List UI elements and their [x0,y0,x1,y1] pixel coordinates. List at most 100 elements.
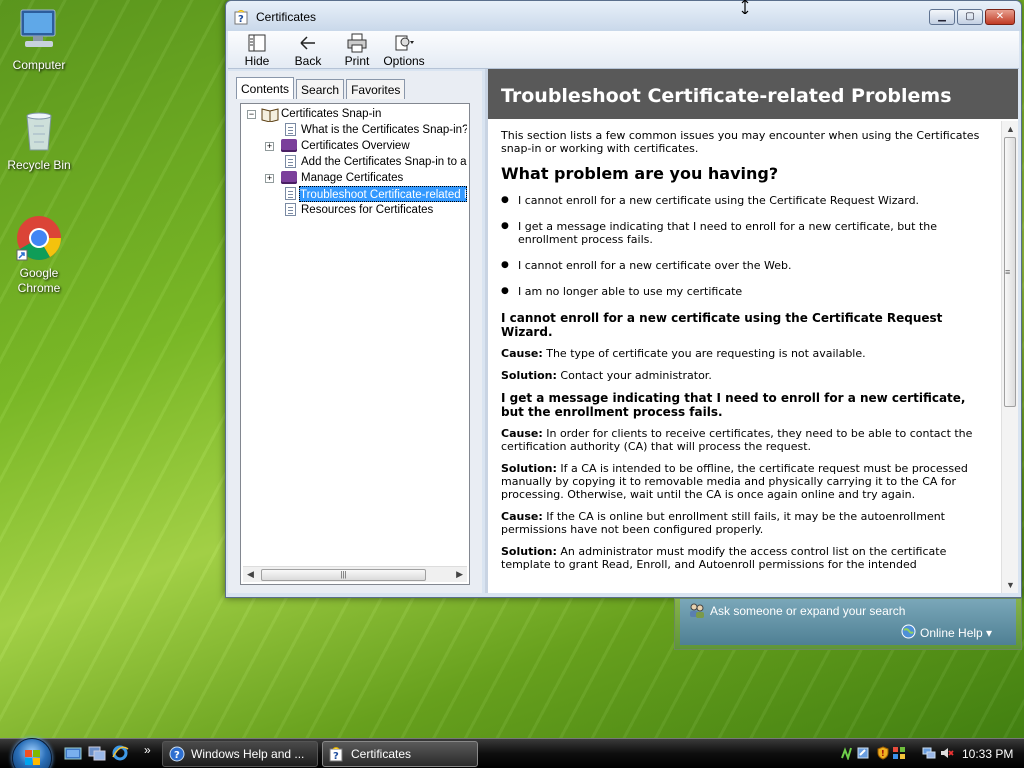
chrome-icon [15,214,63,262]
section1-solution: Solution: Contact your administrator. [501,369,984,382]
recycle-bin-icon [15,106,63,154]
topic-content-pane: Troubleshoot Certificate-related Problem… [485,69,1018,593]
scroll-up-arrow-icon[interactable]: ▲ [1006,124,1015,134]
ask-someone-link[interactable]: Ask someone or expand your search [710,604,905,618]
tree-item-certificates-snap-in[interactable]: Certificates Snap-in [281,106,381,122]
window-titlebar[interactable]: ? Certificates ▁ ▢ ✕ [226,1,1021,31]
tab-search[interactable]: Search [296,79,345,99]
desktop-icon-recycle-bin[interactable]: Recycle Bin [0,106,79,172]
print-label: Print [344,54,370,68]
computer-icon [15,6,63,54]
taskbar-button-windows-help[interactable]: ? Windows Help and ... [162,741,318,767]
network-activity-icon[interactable] [840,746,854,762]
tree-item-add-snap-in[interactable]: Add the Certificates Snap-in to an M [301,154,467,170]
book-icon [281,139,297,152]
page-icon [285,187,296,200]
svg-text:?: ? [174,750,180,761]
printer-icon [346,33,368,53]
show-desktop-icon[interactable] [64,745,82,761]
section2-solution: Solution: If a CA is intended to be offl… [501,462,984,501]
options-icon [393,33,415,53]
book-icon [281,171,297,184]
back-arrow-icon [297,33,319,53]
tools-icon[interactable] [856,746,870,760]
scrollbar-thumb[interactable]: ||| [261,569,426,581]
options-button[interactable]: Options [383,33,425,68]
open-book-icon [261,106,279,123]
ask-bar: Ask someone or expand your search Online… [674,598,1022,650]
taskbar-clock[interactable]: 10:33 PM [962,747,1013,761]
scroll-down-arrow-icon[interactable]: ▼ [1006,580,1015,590]
maximize-button[interactable]: ▢ [957,9,983,25]
contents-tree: − Certificates Snap-in What is the Certi… [240,103,470,585]
cause-text: If the CA is online but enrollment still… [501,510,945,536]
globe-icon [901,624,916,639]
network-icon[interactable] [922,746,936,760]
window-title: Certificates [256,10,317,24]
help-icon: ? [234,9,250,25]
topic-header: Troubleshoot Certificate-related Problem… [488,69,1018,119]
help-circle-icon: ? [169,746,185,762]
tree-item-manage-certificates[interactable]: Manage Certificates [301,170,403,186]
problem-link[interactable]: I cannot enroll for a new certificate us… [501,194,984,207]
collapse-toggle[interactable]: − [247,110,256,119]
problem-link[interactable]: I cannot enroll for a new certificate ov… [501,259,984,272]
system-tray: ! 10:33 PM [836,739,1024,768]
svg-text:!: ! [881,749,885,758]
tree-item-certificates-overview[interactable]: Certificates Overview [301,138,410,154]
desktop-icon-label: Google Chrome [17,266,61,295]
start-button[interactable] [12,738,52,768]
taskbar-button-label: Windows Help and ... [191,747,305,761]
help-icon: ? [329,746,345,762]
certificates-help-window: ? Certificates ▁ ▢ ✕ Hide Back Print Opt… [225,0,1022,598]
online-help-dropdown[interactable]: Online Help ▾ [920,626,992,640]
security-shield-icon[interactable]: ! [876,746,890,760]
hide-button[interactable]: Hide [242,33,272,68]
cause-text: The type of certificate you are requesti… [546,347,866,360]
tab-favorites[interactable]: Favorites [346,79,406,99]
close-button[interactable]: ✕ [985,9,1015,25]
section2-heading: I get a message indicating that I need t… [501,391,966,419]
hide-label: Hide [244,54,270,68]
section2-cause: Cause: In order for clients to receive c… [501,427,984,453]
cause-text: In order for clients to receive certific… [501,427,973,453]
svg-text:?: ? [238,14,244,25]
tree-item-what-is-snap-in[interactable]: What is the Certificates Snap-in? [301,122,467,138]
scroll-right-arrow-icon[interactable]: ▶ [456,569,463,580]
internet-explorer-icon[interactable] [111,745,129,761]
quick-launch-chevron[interactable]: » [144,743,151,757]
problem-link[interactable]: I am no longer able to use my certificat… [501,285,984,298]
people-icon [688,602,706,618]
content-vertical-scrollbar[interactable]: ▲ ≡ ▼ [1001,121,1018,593]
switch-windows-icon[interactable] [88,745,106,761]
volume-muted-icon[interactable] [940,746,954,760]
scrollbar-grip-icon: ≡ [1005,267,1011,277]
desktop-icon-label: Computer [12,58,66,72]
taskbar-button-certificates[interactable]: ? Certificates [322,741,478,767]
minimize-button[interactable]: ▁ [929,9,955,25]
tree-horizontal-scrollbar[interactable]: ◀ ||| ▶ [243,566,467,582]
tree-item-troubleshoot[interactable]: Troubleshoot Certificate-related Pro [299,186,467,202]
options-label: Options [383,54,425,68]
section2-solution-2: Solution: An administrator must modify t… [501,545,984,571]
windows-update-icon[interactable] [892,746,906,760]
section2-cause-2: Cause: If the CA is online but enrollmen… [501,510,984,536]
solution-label: Solution: [501,545,557,558]
cause-label: Cause: [501,427,543,440]
windows-logo-icon [25,750,40,765]
scroll-left-arrow-icon[interactable]: ◀ [247,569,254,580]
solution-text: Contact your administrator. [560,369,712,382]
page-icon [285,155,296,168]
desktop-icon-google-chrome[interactable]: Google Chrome [0,214,79,296]
taskbar-button-label: Certificates [351,747,412,761]
expand-toggle[interactable]: + [265,174,274,183]
tree-item-resources[interactable]: Resources for Certificates [301,202,433,218]
desktop-icon-computer[interactable]: Computer [0,6,79,72]
expand-toggle[interactable]: + [265,142,274,151]
back-button[interactable]: Back [292,33,324,68]
page-icon [285,203,296,216]
problem-link[interactable]: I get a message indicating that I need t… [501,220,984,246]
tab-contents[interactable]: Contents [236,77,295,99]
print-button[interactable]: Print [343,33,371,68]
navigation-pane: Contents Search Favorites − Certificates… [228,71,482,593]
